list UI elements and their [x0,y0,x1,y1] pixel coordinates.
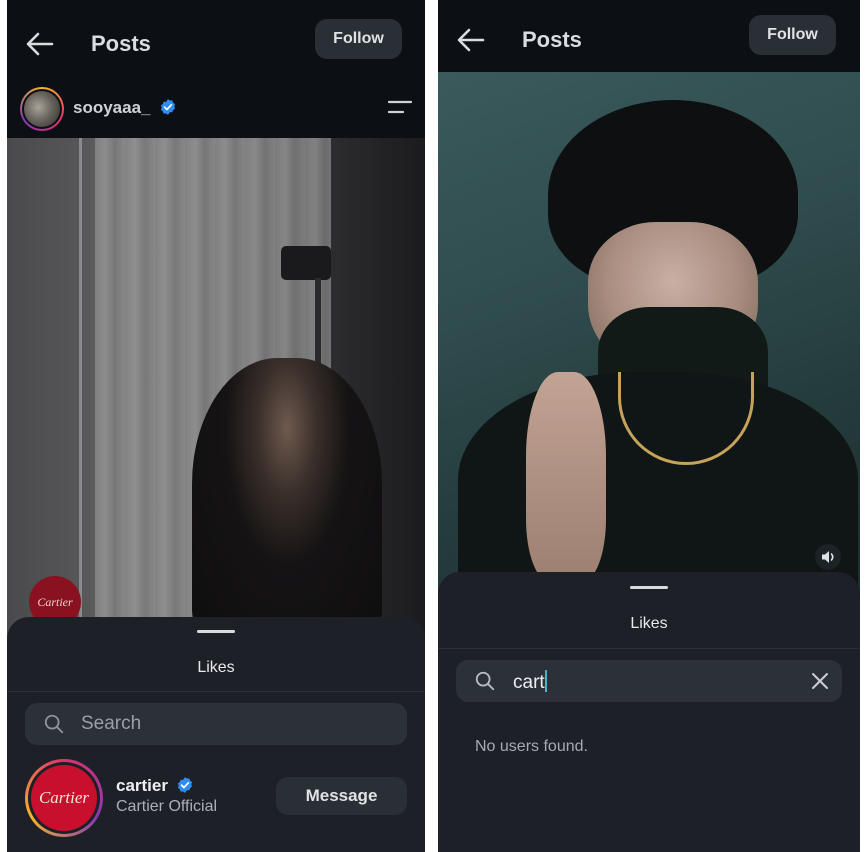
text-cursor [544,670,547,692]
post-username[interactable]: sooyaaa_ [73,98,177,118]
left-screen: Posts Follow sooyaaa_ Cartier Likes Sear… [7,0,425,852]
verified-badge-icon [177,777,192,793]
search-icon [44,714,64,734]
cartier-logo: Cartier [38,788,90,807]
likes-sheet: Likes Search Cartier cartier Cartier Off… [7,617,425,852]
user-avatar[interactable]: Cartier [25,759,103,837]
menu-icon[interactable] [387,99,413,117]
volume-icon[interactable] [815,544,841,570]
likes-sheet: Likes cart No users found. [438,572,860,852]
sheet-drag-handle[interactable] [630,586,668,589]
likes-search-field[interactable]: Search [25,703,407,745]
likes-title: Likes [630,615,668,632]
post-image[interactable] [438,72,860,592]
right-screen: Posts Follow Likes cart No users found. [438,0,860,852]
search-placeholder: Search [81,713,142,734]
user-full-name: Cartier Official [116,798,218,815]
empty-state-message: No users found. [475,738,588,755]
list-item[interactable]: Cartier cartier Cartier Official Message [7,755,425,837]
page-title: Posts [91,31,151,56]
page-title: Posts [522,27,582,52]
likes-title: Likes [197,659,235,676]
light-stand [79,138,82,638]
verified-badge-icon [161,99,176,115]
search-input[interactable]: cart [513,670,547,694]
hand [526,372,606,582]
top-bar: Posts Follow [438,0,860,72]
post-image[interactable]: Cartier [7,138,425,638]
sheet-divider [7,691,425,692]
likes-search-field[interactable]: cart [456,660,842,702]
user-username: cartier [116,776,194,796]
top-bar: Posts Follow [7,0,425,76]
sheet-drag-handle[interactable] [197,630,235,633]
message-button[interactable]: Message [276,777,407,815]
follow-button[interactable]: Follow [315,19,402,59]
light-pole [315,278,321,368]
person [192,358,382,638]
studio-light [281,246,331,280]
post-header: sooyaaa_ [7,76,425,138]
follow-button[interactable]: Follow [749,15,836,55]
search-icon [475,671,495,691]
clear-icon[interactable] [810,671,830,691]
avatar[interactable] [20,87,64,131]
sheet-divider [438,648,860,649]
back-arrow-icon[interactable] [25,30,55,58]
back-arrow-icon[interactable] [456,26,486,54]
